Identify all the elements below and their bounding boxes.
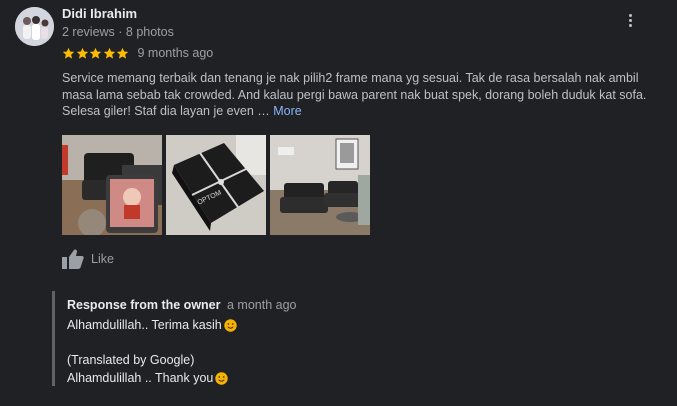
- like-button[interactable]: Like: [62, 249, 114, 269]
- owner-response-line-1: Alhamdulillah.. Terima kasih: [67, 318, 237, 332]
- author-name[interactable]: Didi Ibrahim: [62, 6, 137, 21]
- review-photo-3[interactable]: [270, 135, 370, 235]
- star-icon: [103, 47, 116, 60]
- owner-response-header: Response from the owner a month ago: [67, 298, 296, 312]
- review-body: Service memang terbaik dan tenang je nak…: [62, 71, 647, 118]
- review-time: 9 months ago: [137, 46, 214, 60]
- star-icon: [76, 47, 89, 60]
- owner-response-text-1: Alhamdulillah.. Terima kasih: [67, 318, 222, 332]
- rating-row: 9 months ago: [62, 46, 213, 60]
- star-rating: [62, 47, 130, 60]
- star-icon: [116, 47, 129, 60]
- review-photo-2[interactable]: OPTOM: [166, 135, 266, 235]
- star-icon: [62, 47, 75, 60]
- review-photo-1[interactable]: [62, 135, 162, 235]
- review-photos: OPTOM: [62, 135, 374, 235]
- owner-response-line-2: (Translated by Google): [67, 353, 194, 367]
- author-meta: 2 reviews · 8 photos: [62, 25, 174, 39]
- star-icon: [89, 47, 102, 60]
- owner-response-time: a month ago: [226, 298, 297, 312]
- review-text: Service memang terbaik dan tenang je nak…: [62, 70, 672, 120]
- smiling-face-icon: [224, 318, 237, 332]
- owner-response-line-3: Alhamdulillah .. Thank you: [67, 371, 229, 385]
- like-label: Like: [91, 252, 114, 266]
- more-options-icon[interactable]: [622, 12, 638, 32]
- owner-response-translated-label: (Translated by Google): [67, 353, 195, 367]
- owner-response-title: Response from the owner: [67, 298, 221, 312]
- smiling-face-icon: [215, 371, 229, 385]
- owner-response-divider: [52, 291, 55, 386]
- author-avatar[interactable]: [15, 7, 54, 46]
- thumbs-up-icon: [62, 249, 84, 269]
- more-link[interactable]: More: [273, 104, 301, 118]
- owner-response-text-3: Alhamdulillah .. Thank you: [67, 371, 214, 385]
